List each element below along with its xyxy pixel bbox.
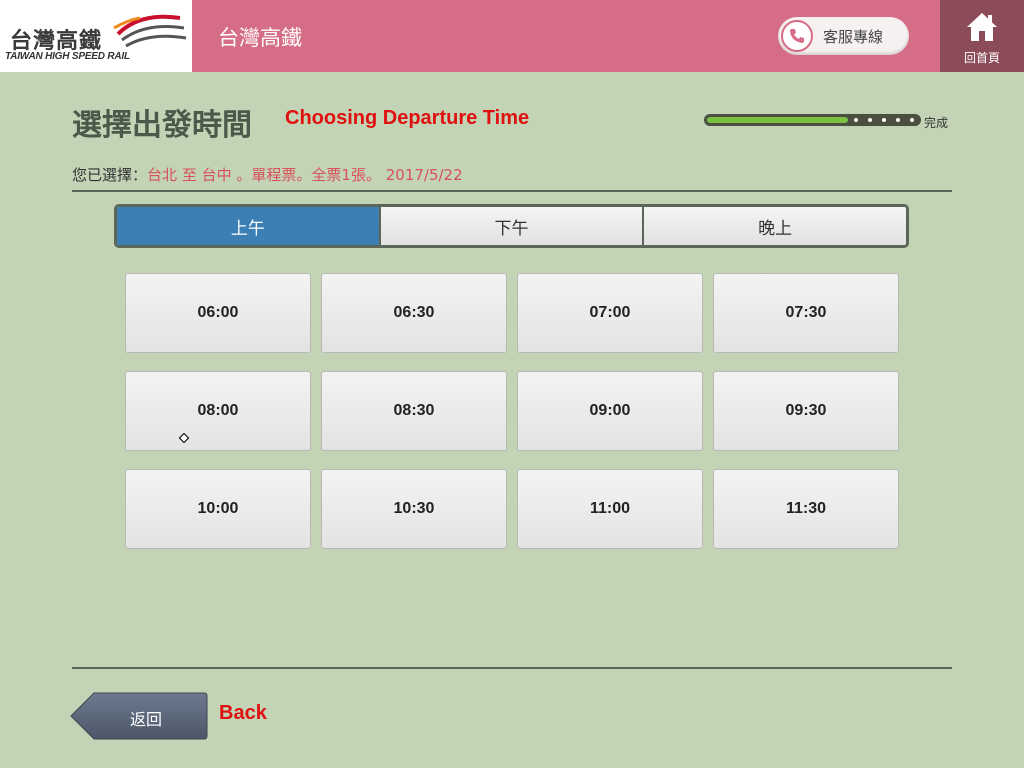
- bottom-divider: [72, 667, 952, 669]
- page-title: 選擇出發時間: [72, 108, 252, 143]
- logo-swoosh-icon: [113, 14, 187, 48]
- selection-details: 。單程票。全票1張。: [236, 166, 381, 184]
- selection-from: 台北: [147, 166, 178, 184]
- time-slot-button[interactable]: 08:00: [125, 371, 311, 451]
- progress-step-dot: [882, 118, 886, 122]
- selection-to-word: 至: [181, 166, 197, 184]
- time-slot-button[interactable]: 09:00: [517, 371, 703, 451]
- time-slot-button[interactable]: 11:00: [517, 469, 703, 549]
- customer-service-button[interactable]: 客服專線: [778, 17, 909, 55]
- time-slot-button[interactable]: 09:30: [713, 371, 899, 451]
- time-slot-button[interactable]: 10:30: [321, 469, 507, 549]
- time-slot-button[interactable]: 06:00: [125, 273, 311, 353]
- time-slot-button[interactable]: 06:30: [321, 273, 507, 353]
- header-title: 台灣高鐵: [218, 26, 302, 50]
- tab-afternoon[interactable]: 下午: [378, 207, 643, 245]
- time-slot-button[interactable]: 07:30: [713, 273, 899, 353]
- progress-bar: [704, 114, 921, 126]
- progress-fill: [707, 117, 848, 123]
- home-label: 回首頁: [963, 51, 1000, 65]
- home-icon: [967, 13, 997, 41]
- progress-step-dot: [910, 118, 914, 122]
- back-button[interactable]: 返回: [70, 692, 208, 740]
- time-slot-grid: 06:00 06:30 07:00 07:30 08:00 08:30 09:0…: [125, 273, 900, 549]
- header-bar: 台灣高鐵 TAIWAN HIGH SPEED RAIL 台灣高鐵 客服專線 回首…: [0, 0, 1024, 72]
- top-divider: [72, 190, 952, 192]
- time-slot-button[interactable]: 11:30: [713, 469, 899, 549]
- phone-icon: [781, 20, 813, 52]
- tab-morning[interactable]: 上午: [117, 207, 379, 245]
- progress-step-dot: [896, 118, 900, 122]
- thsr-logo: 台灣高鐵 TAIWAN HIGH SPEED RAIL: [0, 0, 192, 72]
- selection-to: 台中: [201, 166, 232, 184]
- progress-step-dot: [854, 118, 858, 122]
- selection-summary: 您已選擇：台北 至 台中 。單程票。全票1張。 2017/5/22: [72, 164, 463, 185]
- time-slot-button[interactable]: 07:00: [517, 273, 703, 353]
- back-label: 返回: [130, 710, 163, 729]
- progress-step-dot: [868, 118, 872, 122]
- cursor-icon: [179, 433, 189, 443]
- page-title-en: Choosing Departure Time: [285, 107, 530, 129]
- back-label-en: Back: [219, 702, 267, 724]
- time-slot-button[interactable]: 08:30: [321, 371, 507, 451]
- selection-date: 2017/5/22: [385, 166, 463, 184]
- logo-text-en: TAIWAN HIGH SPEED RAIL: [5, 51, 130, 62]
- home-button[interactable]: 回首頁: [940, 0, 1024, 72]
- time-slot-button[interactable]: 10:00: [125, 469, 311, 549]
- tab-evening[interactable]: 晚上: [642, 207, 906, 245]
- selection-prefix: 您已選擇：: [72, 166, 148, 184]
- progress-label: 完成: [924, 116, 949, 130]
- period-tabs: 上午 下午 晚上: [114, 204, 909, 248]
- customer-service-label: 客服專線: [823, 28, 884, 46]
